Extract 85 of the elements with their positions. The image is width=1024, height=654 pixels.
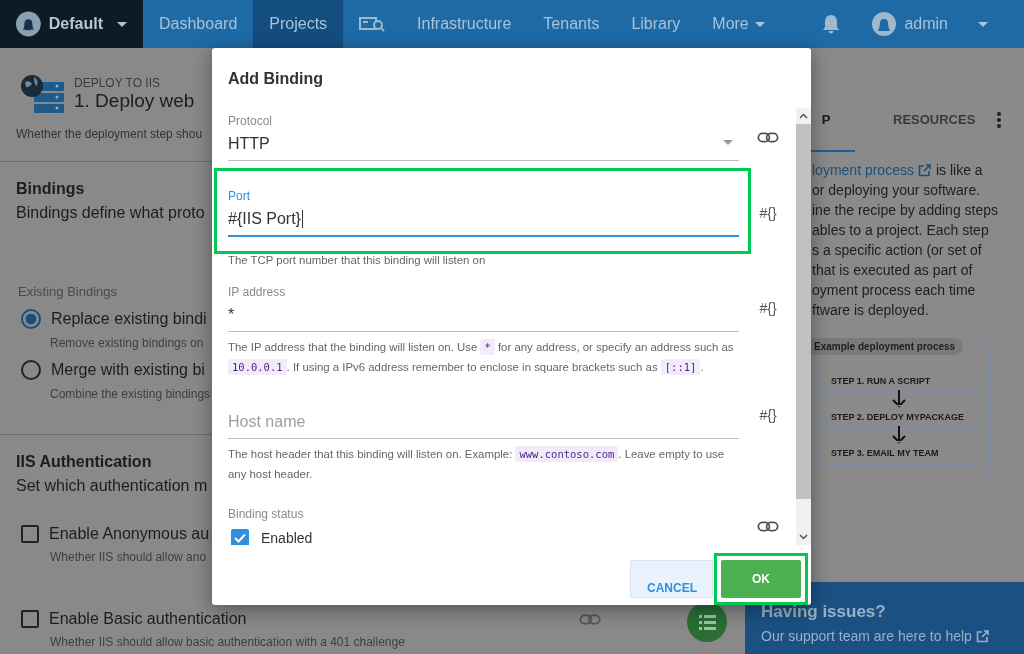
radio-button[interactable] <box>21 360 41 380</box>
option-hint: Whether IIS should allow basic authentication with a 401 challenge <box>50 635 405 649</box>
nav-tab[interactable]: Library <box>615 0 697 48</box>
bell-icon[interactable] <box>822 14 841 34</box>
help-text: is like a <box>935 161 983 180</box>
dialog-title: Add Binding <box>227 69 325 89</box>
field-label: IP address <box>228 284 286 299</box>
code-snippet: www.contoso.com <box>515 445 619 462</box>
list-fab-icon[interactable] <box>687 602 727 642</box>
caret-icon <box>978 21 988 27</box>
insert-variable-button[interactable]: #{} <box>759 407 777 424</box>
code-snippet: 10.0.0.1 <box>228 358 287 375</box>
external-link-icon <box>975 629 989 643</box>
scrollbar[interactable] <box>796 107 811 545</box>
down-arrow-icon <box>892 390 906 408</box>
more-options-icon[interactable] <box>997 112 1001 128</box>
help-text: ine the recipe by adding steps <box>812 201 998 220</box>
user-menu[interactable]: admin <box>872 12 988 36</box>
sidebar-tab[interactable]: RESOURCES <box>875 88 994 152</box>
insert-variable-button[interactable]: #{} <box>759 300 777 317</box>
code-snippet: [::1] <box>660 358 701 375</box>
option-label: Merge with existing bi <box>51 361 205 379</box>
process-step: STEP 3. EMAIL MY TEAM <box>816 441 982 465</box>
field-label: Binding status <box>228 506 304 521</box>
help-text: oyment process each time <box>812 281 976 300</box>
code-snippet: * <box>480 338 495 355</box>
help-text: ftware is deployed. <box>812 301 929 320</box>
section-description: Bindings define what proto <box>16 204 205 222</box>
nav-menu[interactable]: More <box>696 0 781 48</box>
help-text: or deploying your software. <box>812 181 981 200</box>
nav-tab[interactable]: Tenants <box>527 0 616 48</box>
server-globe-icon <box>20 74 66 114</box>
nav-tab[interactable]: Projects <box>253 0 344 48</box>
space-switcher[interactable]: Default <box>0 0 143 48</box>
field-hint: The TCP port number that this binding will listen on <box>228 252 487 268</box>
section-title: IIS Authentication <box>16 453 152 471</box>
external-link-icon <box>917 163 931 177</box>
text-field[interactable]: Host name <box>228 405 739 439</box>
support-link[interactable]: Our support team are here to help <box>761 628 972 644</box>
step-description: Whether the deployment step shou <box>16 127 203 141</box>
breadcrumb: DEPLOY TO IIS <box>74 76 161 90</box>
nav-tab[interactable]: Infrastructure <box>401 0 528 48</box>
caret-icon <box>117 21 127 27</box>
docs-link[interactable]: loyment process <box>812 160 914 180</box>
checkbox-label: Enabled <box>261 529 313 545</box>
option-hint: Combine the existing bindings <box>50 387 211 401</box>
link-icon[interactable] <box>757 521 779 533</box>
support-title: Having issues? <box>761 602 886 622</box>
avatar-icon <box>872 12 897 36</box>
scroll-up-icon <box>799 112 808 119</box>
radio-button[interactable] <box>21 309 41 329</box>
text-field[interactable]: * <box>228 298 739 332</box>
process-step: STEP 2. DEPLOY MYPACKAGE <box>816 405 982 429</box>
field-label: Protocol <box>228 113 273 128</box>
scroll-down-icon <box>799 534 808 540</box>
field-label: Port <box>228 188 250 203</box>
option-label: Replace existing bindi <box>51 310 207 328</box>
option-label: Enable Anonymous au <box>49 525 210 543</box>
dropdown-arrow-icon <box>723 139 733 145</box>
insert-variable-button[interactable]: #{} <box>759 204 777 221</box>
checkbox[interactable] <box>231 528 249 545</box>
help-text: that is executed as part of <box>812 261 973 280</box>
link-icon[interactable] <box>757 131 779 143</box>
step-title: 1. Deploy web <box>74 90 195 112</box>
option-hint: Remove existing bindings on <box>50 336 204 350</box>
checkbox[interactable] <box>21 525 39 543</box>
field-hint: The host header that this binding will listen on. Example: www.contoso.com . Leave empty to use any host header. <box>228 444 726 482</box>
nav-tab[interactable]: Dashboard <box>143 0 254 48</box>
checkbox[interactable] <box>21 610 39 628</box>
option-hint: Whether IIS should allow ano <box>50 550 207 564</box>
cancel-button[interactable]: CANCEL <box>630 560 713 598</box>
help-text: s a specific action (or set of <box>812 241 982 260</box>
process-step: STEP 1. RUN A SCRIPT <box>816 369 982 393</box>
section-description: Set which authentication m <box>16 477 208 495</box>
help-text: ables to a project. Each step <box>812 221 989 240</box>
section-title: Bindings <box>16 180 85 198</box>
ok-button[interactable]: OK <box>721 560 801 598</box>
group-label: Existing Bindings <box>18 284 117 299</box>
option-label: Enable Basic authentication <box>49 610 247 628</box>
down-arrow-icon <box>892 426 906 444</box>
text-field[interactable]: #{IIS Port} <box>228 202 739 237</box>
caret-icon <box>754 21 765 27</box>
field-hint: The IP address that the binding will listen on. Use * for any address, or specify an address such as 10.0.0.1 . If using a IPv6 address remember to enclose in square brackets such as [::1] . <box>228 337 735 377</box>
dashboard-search-icon <box>359 16 386 32</box>
protocol-dropdown[interactable]: HTTP <box>228 127 739 161</box>
